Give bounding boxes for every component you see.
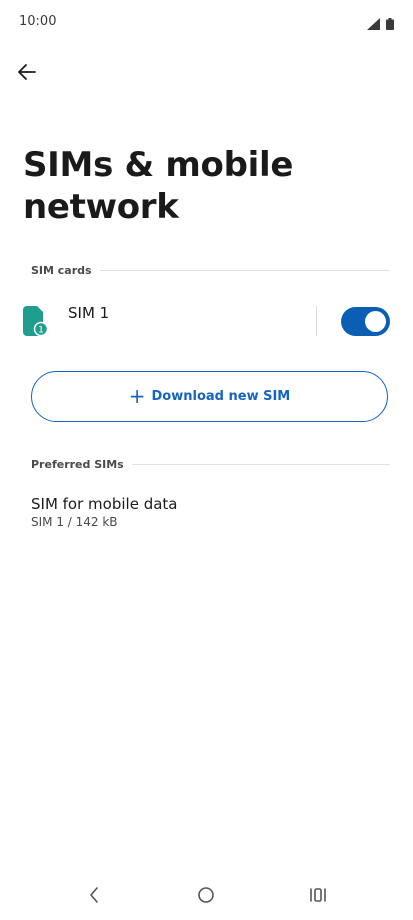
sim-card-row[interactable]: 1 SIM 1 [0,296,413,346]
signal-icon [367,15,380,34]
nav-recents-button[interactable] [306,885,330,909]
nav-back-button[interactable] [82,885,106,909]
sim-card-icon: 1 [23,306,49,337]
section-divider [99,270,390,271]
section-header-preferred-sims: Preferred SIMs [31,458,390,471]
sim-toggle[interactable] [341,307,390,336]
section-header-sim-cards: SIM cards [31,264,390,277]
nav-home-icon [197,886,215,908]
download-new-sim-button[interactable]: + Download new SIM [31,371,388,422]
sim-badge: 1 [38,326,44,336]
download-new-sim-label: Download new SIM [151,389,291,404]
status-time: 10:00 [19,14,57,29]
list-item-subtitle: SIM 1 / 142 kB [31,515,118,529]
plus-icon: + [128,383,146,408]
back-button[interactable] [14,62,40,86]
battery-icon [386,15,394,34]
status-icons [367,15,394,34]
sim-label: SIM 1 [68,304,110,322]
nav-home-button[interactable] [194,885,218,909]
toggle-knob [365,311,386,332]
sim-for-mobile-data-item[interactable]: SIM for mobile data SIM 1 / 142 kB [31,495,177,529]
section-label: Preferred SIMs [31,458,124,471]
nav-recents-icon [309,887,327,907]
arrow-left-icon [18,64,36,84]
section-label: SIM cards [31,264,92,277]
list-item-title: SIM for mobile data [31,495,178,513]
page-title: SIMs & mobile network [23,145,294,227]
vertical-divider [316,306,317,336]
nav-back-icon [88,886,100,908]
section-divider [131,464,390,465]
